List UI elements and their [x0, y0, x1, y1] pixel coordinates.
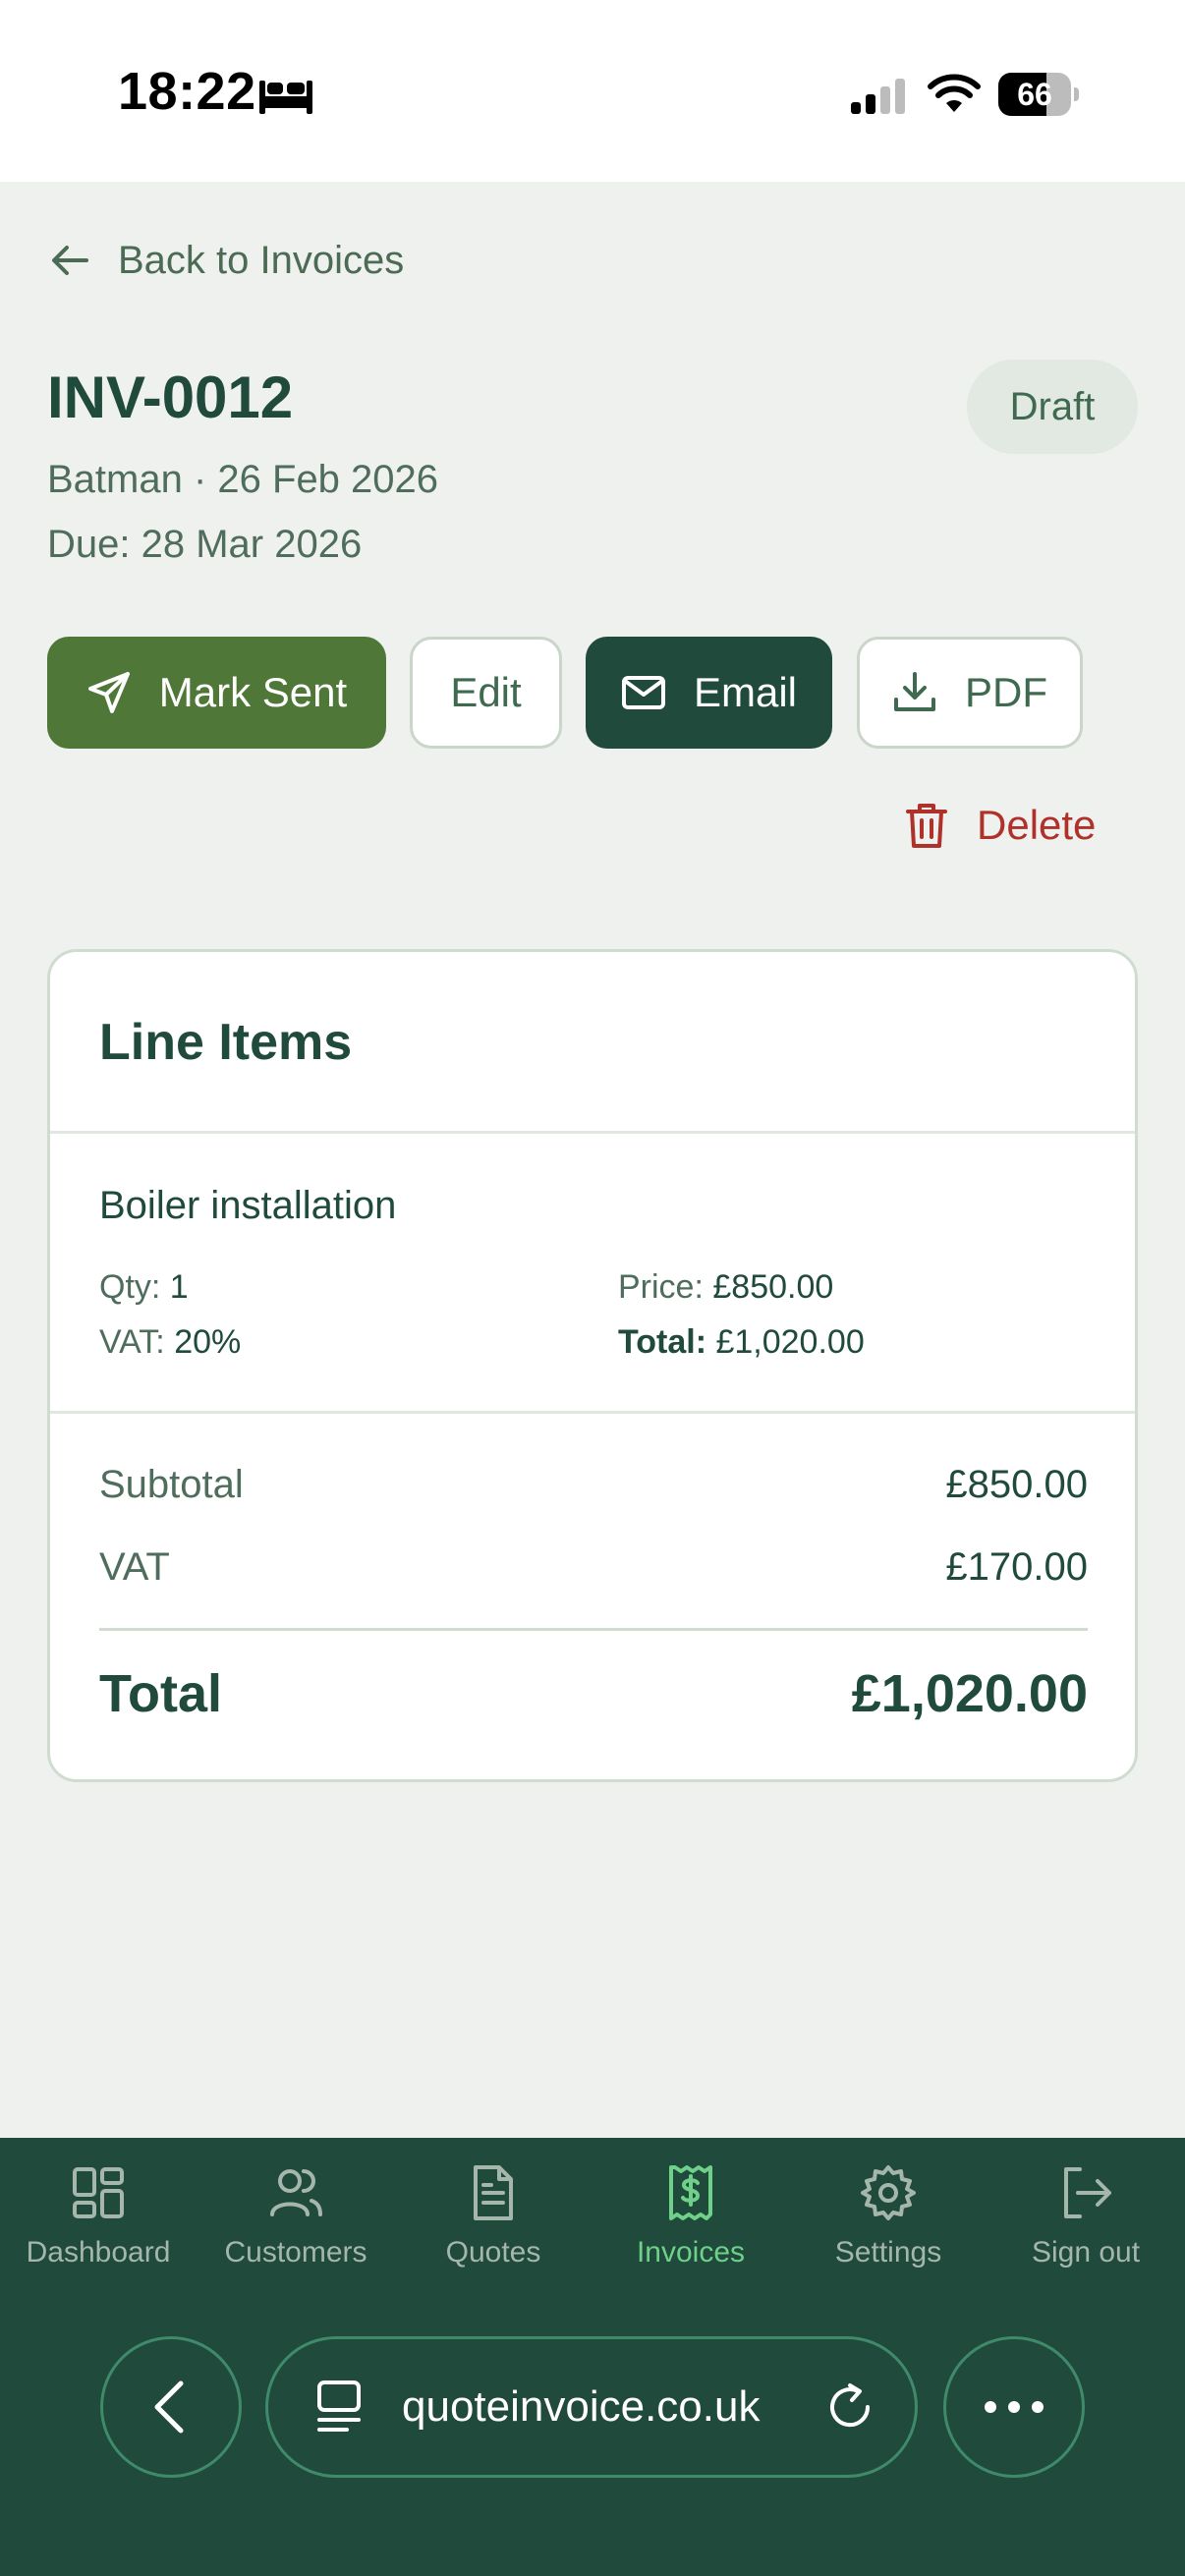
wifi-icon	[928, 74, 981, 112]
nav-label: Dashboard	[26, 2236, 171, 2268]
reload-icon[interactable]	[824, 2381, 875, 2433]
vat-summary-value: £170.00	[945, 1545, 1088, 1589]
back-link-label: Back to Invoices	[118, 238, 405, 282]
browser-menu-button[interactable]	[943, 2336, 1085, 2478]
nav-item-quotes[interactable]: Quotes	[395, 2163, 592, 2301]
dashboard-icon	[73, 2167, 124, 2218]
grand-total-value: £1,020.00	[851, 1664, 1088, 1723]
document-icon	[474, 2165, 513, 2220]
back-to-invoices-link[interactable]: Back to Invoices	[47, 234, 404, 287]
invoice-due-date: Due: 28 Mar 2026	[47, 523, 363, 566]
delete-label: Delete	[977, 802, 1097, 848]
battery-icon: 66	[998, 73, 1079, 116]
receipt-icon	[669, 2165, 712, 2220]
line-items-card: Line Items Boiler installation Qty: 1 VA…	[47, 949, 1138, 1782]
subtotal-value: £850.00	[945, 1463, 1088, 1506]
email-label: Email	[693, 669, 798, 715]
download-icon	[894, 672, 935, 711]
nav-item-sign-out[interactable]: Sign out	[988, 2163, 1184, 2301]
bed-icon	[259, 81, 312, 114]
nav-item-dashboard[interactable]: Dashboard	[0, 2163, 197, 2301]
mark-sent-button[interactable]: Mark Sent	[47, 637, 386, 749]
divider	[50, 1411, 1135, 1414]
trash-icon	[906, 804, 947, 848]
battery-level: 66	[1017, 77, 1052, 112]
nav-label: Settings	[834, 2236, 942, 2268]
gear-icon	[861, 2165, 916, 2220]
sign-out-icon	[1064, 2167, 1111, 2218]
status-time: 18:22	[118, 62, 256, 121]
vat-value: 20%	[174, 1323, 242, 1361]
vat-label: VAT:	[99, 1323, 165, 1361]
line-total-label: Total:	[618, 1323, 707, 1361]
nav-label: Sign out	[1031, 2236, 1141, 2268]
edit-label: Edit	[450, 669, 522, 715]
arrow-left-icon	[52, 246, 88, 275]
qty-label: Qty:	[99, 1268, 161, 1306]
line-item-price: Price: £850.00	[618, 1268, 833, 1307]
line-items-title: Line Items	[99, 1014, 353, 1071]
status-badge: Draft	[967, 360, 1138, 454]
summary-divider	[99, 1628, 1088, 1631]
edit-button[interactable]: Edit	[410, 637, 562, 749]
line-item-total: Total: £1,020.00	[618, 1323, 865, 1362]
price-label: Price:	[618, 1268, 704, 1306]
send-icon	[87, 672, 130, 713]
invoice-number: INV-0012	[47, 364, 294, 430]
line-item-vat: VAT: 20%	[99, 1323, 241, 1362]
nav-item-settings[interactable]: Settings	[790, 2163, 987, 2301]
users-icon	[270, 2169, 322, 2216]
subtotal-label: Subtotal	[99, 1463, 244, 1506]
pdf-button[interactable]: PDF	[857, 637, 1083, 749]
vat-summary-label: VAT	[99, 1545, 170, 1589]
line-item-qty: Qty: 1	[99, 1268, 189, 1307]
delete-button[interactable]: Delete	[904, 794, 1096, 857]
pdf-label: PDF	[965, 669, 1047, 715]
email-button[interactable]: Email	[586, 637, 832, 749]
grand-total-label: Total	[99, 1664, 222, 1723]
nav-label: Customers	[224, 2236, 367, 2268]
nav-item-invoices[interactable]: Invoices	[592, 2163, 789, 2301]
invoice-customer-date: Batman · 26 Feb 2026	[47, 458, 439, 501]
chevron-left-icon	[154, 2380, 184, 2434]
site-settings-icon	[317, 2380, 361, 2432]
qty-value: 1	[169, 1268, 189, 1306]
url-bar[interactable]: quoteinvoice.co.uk	[265, 2336, 918, 2478]
price-value: £850.00	[712, 1268, 834, 1306]
browser-back-button[interactable]	[100, 2336, 242, 2478]
nav-label: Invoices	[636, 2236, 746, 2268]
mail-icon	[621, 676, 665, 709]
url-text: quoteinvoice.co.uk	[402, 2382, 761, 2431]
line-item-name: Boiler installation	[99, 1184, 397, 1227]
line-total-value: £1,020.00	[715, 1323, 865, 1361]
signal-icon	[851, 79, 905, 114]
status-bar: 18:22 66	[0, 0, 1185, 182]
nav-item-customers[interactable]: Customers	[198, 2163, 394, 2301]
mark-sent-label: Mark Sent	[158, 669, 348, 715]
more-icon	[985, 2401, 1044, 2413]
nav-label: Quotes	[445, 2236, 541, 2268]
divider	[50, 1131, 1135, 1134]
